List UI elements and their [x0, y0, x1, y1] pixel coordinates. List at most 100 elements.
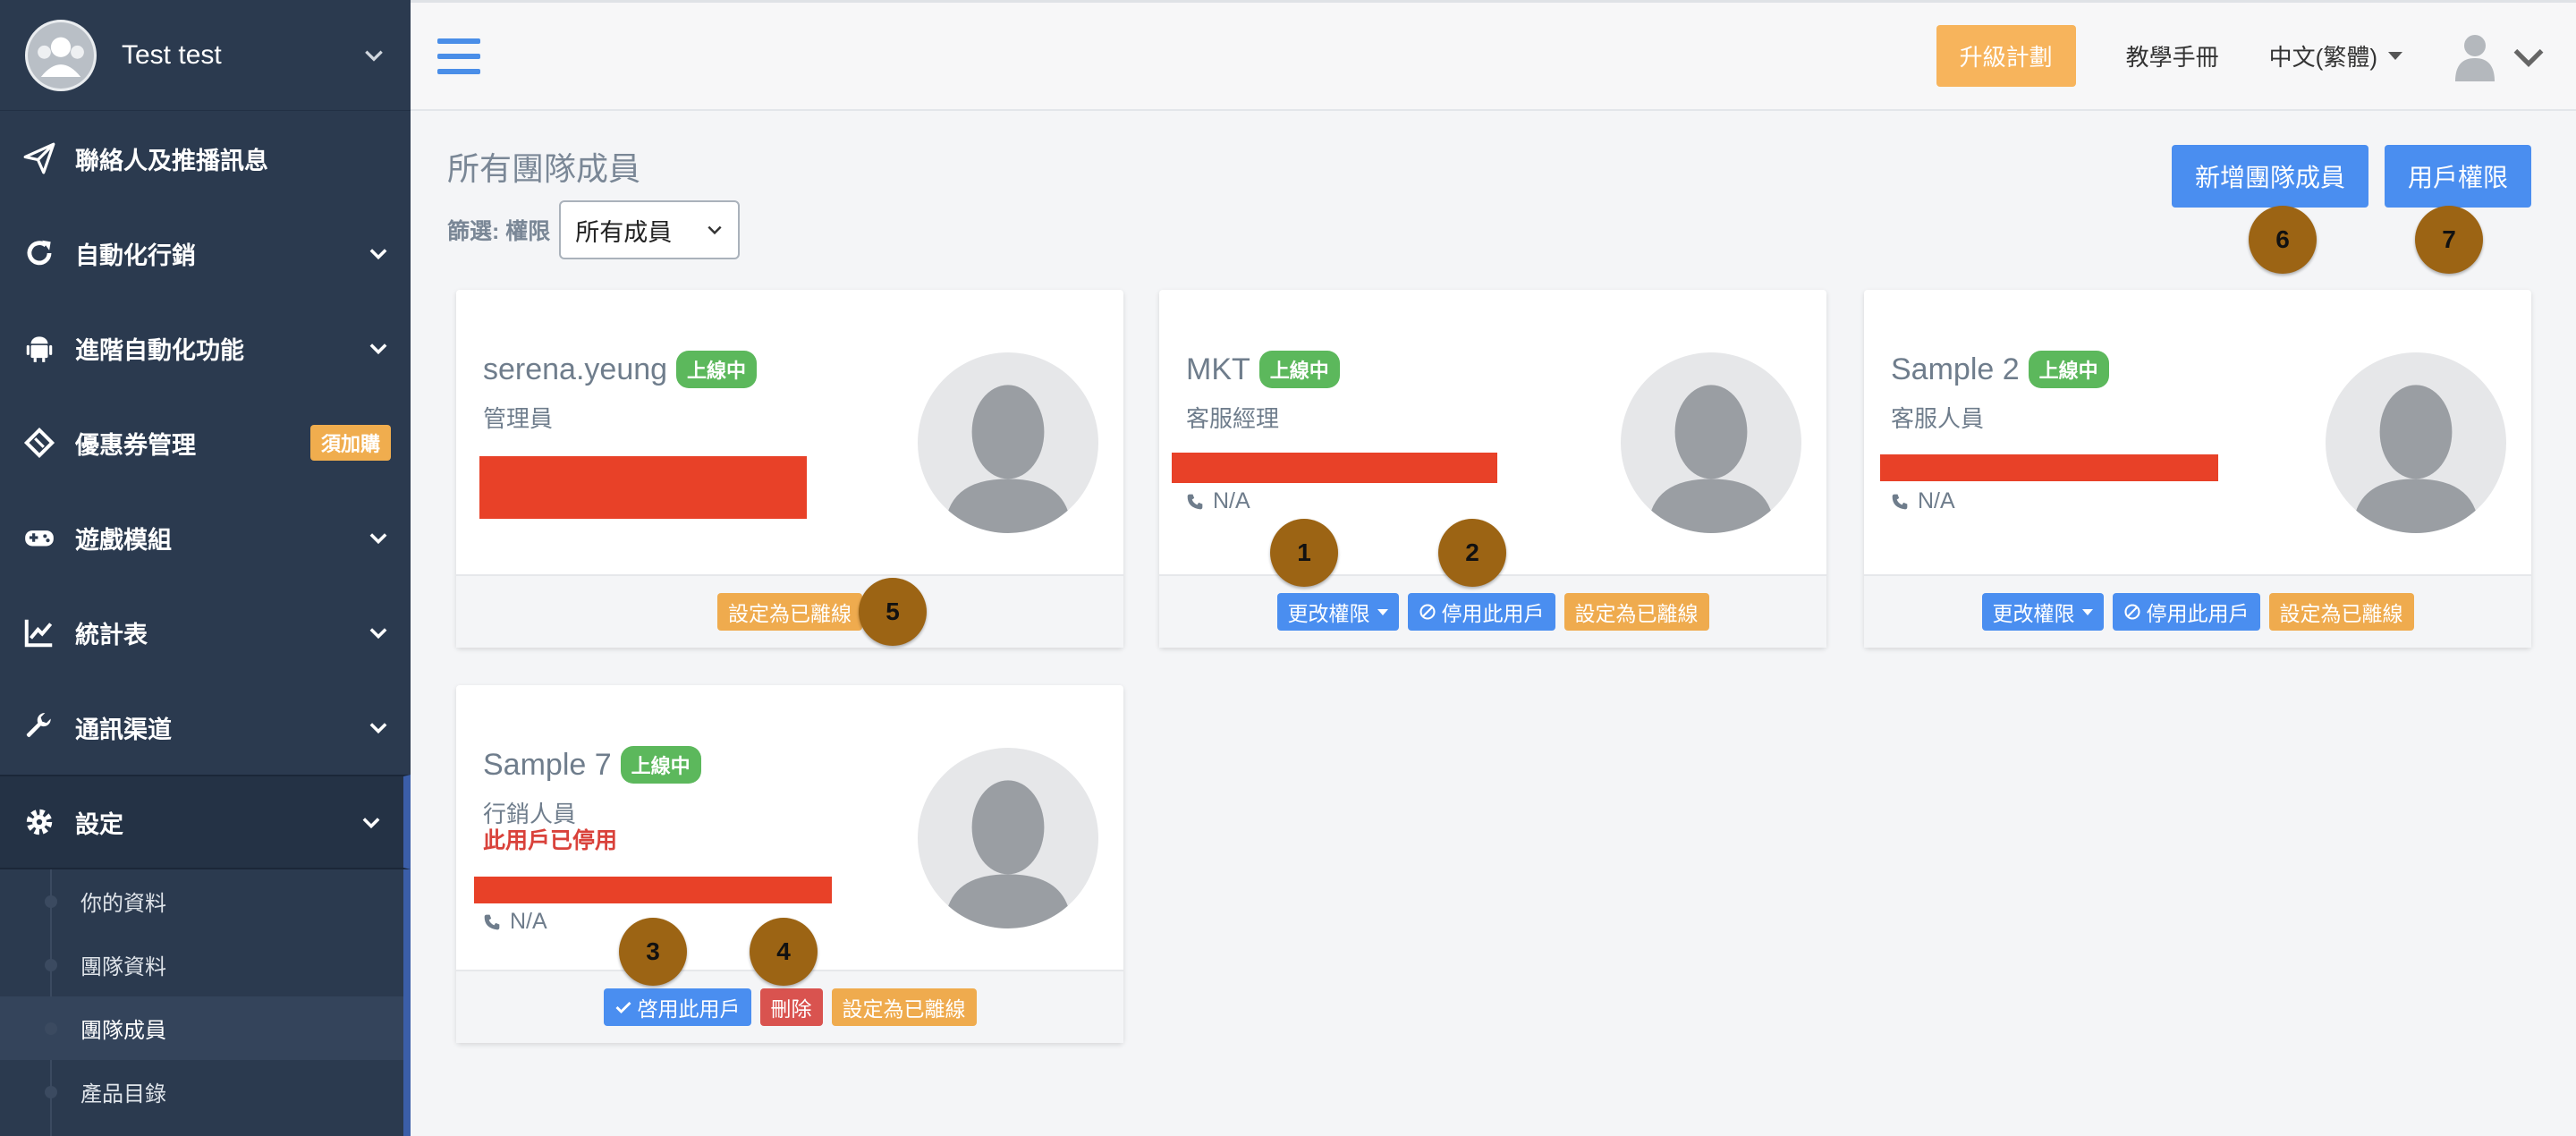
user-disabled-text: 此用戶已停用 — [483, 828, 618, 853]
check-icon — [614, 1001, 631, 1014]
sidebar-item-settings[interactable]: 設定 — [0, 775, 411, 869]
annotation-marker-1: 1 — [1270, 519, 1338, 587]
addon-badge: 須加購 — [309, 425, 391, 461]
redacted-email — [479, 456, 807, 519]
submenu-item-profile[interactable]: 你的資料 — [0, 869, 403, 933]
submenu-item-team-members[interactable]: 團隊成員 — [0, 996, 403, 1060]
bullet-icon — [45, 1022, 57, 1035]
button-label: 更改權限 — [1287, 602, 1370, 625]
member-phone: N/A — [483, 909, 547, 935]
set-offline-button[interactable]: 設定為已離線 — [831, 988, 977, 1026]
submenu-item-label: 團隊資料 — [80, 955, 166, 979]
wrench-icon — [20, 708, 59, 747]
disable-user-button[interactable]: 停用此用戶 — [1407, 593, 1555, 631]
paper-plane-icon — [20, 139, 59, 178]
member-card: Sample 7 上線中 行銷人員 此用戶已停用 N/A 啓用此用戶 刪除 設定… — [456, 685, 1123, 1043]
annotation-marker-7: 7 — [2415, 206, 2483, 274]
page-title: 所有團隊成員 — [447, 150, 641, 187]
change-permission-button[interactable]: 更改權限 — [1276, 593, 1399, 631]
sidebar-item-games[interactable]: 遊戲模組 — [0, 490, 411, 585]
set-offline-button[interactable]: 設定為已離線 — [1563, 593, 1709, 631]
sidebar: Test test 聯絡人及推播訊息 自動化行銷 進階自動化功能 優惠券管理 須… — [0, 0, 411, 1136]
chevron-down-icon — [369, 533, 387, 545]
sidebar-item-channels[interactable]: 通訊渠道 — [0, 680, 411, 775]
add-team-member-button[interactable]: 新增團隊成員 — [2172, 145, 2368, 208]
delete-button[interactable]: 刪除 — [759, 988, 823, 1026]
caret-down-icon — [2081, 608, 2093, 615]
gamepad-icon — [20, 518, 59, 557]
chevron-down-icon — [369, 628, 387, 640]
chevron-down-icon — [369, 343, 387, 355]
line-chart-icon — [20, 613, 59, 652]
sidebar-item-automation[interactable]: 自動化行銷 — [0, 206, 411, 301]
member-role: 管理員 — [483, 405, 554, 432]
sidebar-item-label: 聯絡人及推播訊息 — [75, 147, 268, 174]
redacted-email — [474, 877, 832, 903]
chevron-down-icon — [2513, 48, 2544, 67]
card-footer: 設定為已離線 — [456, 574, 1123, 648]
submenu-item-team-info[interactable]: 團隊資料 — [0, 933, 403, 996]
card-footer: 更改權限 停用此用戶 設定為已離線 — [1159, 574, 1826, 648]
bullet-icon — [45, 1085, 57, 1098]
member-avatar — [2326, 352, 2506, 533]
sidebar-user-header[interactable]: Test test — [0, 0, 411, 111]
user-menu[interactable] — [2453, 31, 2551, 81]
submenu-item-product-catalog[interactable]: 產品目錄 — [0, 1060, 403, 1123]
sidebar-item-label: 設定 — [75, 810, 123, 838]
user-permissions-button[interactable]: 用戶權限 — [2385, 145, 2531, 208]
member-name-row: MKT 上線中 — [1186, 351, 1340, 388]
filter-selected-value: 所有成員 — [575, 218, 673, 246]
sidebar-item-label: 通訊渠道 — [75, 716, 172, 743]
disable-user-button[interactable]: 停用此用戶 — [2112, 593, 2260, 631]
redacted-email — [1880, 454, 2218, 481]
refresh-icon — [20, 233, 59, 273]
button-label: 停用此用戶 — [2146, 602, 2250, 625]
set-offline-button[interactable]: 設定為已離線 — [717, 593, 862, 631]
sidebar-item-statistics[interactable]: 統計表 — [0, 585, 411, 680]
submenu-item-label: 團隊成員 — [80, 1019, 166, 1043]
card-footer: 更改權限 停用此用戶 設定為已離線 — [1864, 574, 2531, 648]
annotation-marker-2: 2 — [1438, 519, 1506, 587]
set-offline-button[interactable]: 設定為已離線 — [2268, 593, 2414, 631]
annotation-marker-3: 3 — [619, 918, 687, 986]
member-phone: N/A — [1186, 488, 1250, 514]
sidebar-item-contacts[interactable]: 聯絡人及推播訊息 — [0, 111, 411, 206]
button-label: 停用此用戶 — [1441, 602, 1545, 625]
android-icon — [20, 328, 59, 368]
sidebar-item-label: 統計表 — [75, 621, 148, 649]
annotation-marker-6: 6 — [2249, 206, 2317, 274]
status-badge: 上線中 — [676, 351, 758, 388]
phone-icon — [484, 914, 500, 929]
member-card: Sample 2 上線中 客服人員 N/A 更改權限 停用此用戶 設定為已離線 — [1864, 290, 2531, 648]
status-badge: 上線中 — [620, 746, 701, 784]
permission-filter-select[interactable]: 所有成員 — [559, 200, 741, 259]
chevron-down-icon[interactable] — [362, 44, 386, 67]
language-dropdown[interactable]: 中文(繁體) — [2269, 39, 2402, 72]
sidebar-item-advanced-automation[interactable]: 進階自動化功能 — [0, 301, 411, 395]
change-permission-button[interactable]: 更改權限 — [1981, 593, 2104, 631]
button-label: 更改權限 — [1992, 602, 2075, 625]
member-card: MKT 上線中 客服經理 N/A 更改權限 停用此用戶 設定為已離線 — [1159, 290, 1826, 648]
caret-down-icon — [1377, 608, 1388, 615]
member-name-row: Sample 2 上線中 — [1891, 351, 2109, 388]
user-avatar-icon — [2455, 34, 2495, 81]
hamburger-menu-icon[interactable] — [437, 38, 480, 74]
caret-down-icon — [2388, 52, 2402, 60]
member-phone: N/A — [1891, 488, 1955, 514]
submenu-item-label: 產品目錄 — [80, 1082, 166, 1106]
submenu-item-label: 你的資料 — [80, 892, 166, 916]
upgrade-plan-button[interactable]: 升級計劃 — [1936, 25, 2076, 87]
member-avatar — [918, 748, 1098, 928]
filter-bar: 篩選: 權限 所有成員 — [447, 200, 741, 259]
manual-link[interactable]: 教學手冊 — [2126, 39, 2219, 72]
annotation-marker-5: 5 — [859, 578, 927, 646]
phone-value: N/A — [510, 909, 547, 934]
status-badge: 上線中 — [2028, 351, 2109, 388]
enable-user-button[interactable]: 啓用此用戶 — [603, 988, 751, 1026]
sidebar-item-label: 進階自動化功能 — [75, 336, 244, 364]
member-card: serena.yeung 上線中 管理員 設定為已離線 — [456, 290, 1123, 648]
chevron-down-icon — [369, 249, 387, 260]
member-name: Sample 2 — [1891, 352, 2020, 386]
member-role: 客服經理 — [1186, 405, 1280, 432]
sidebar-item-coupons[interactable]: 優惠券管理 須加購 — [0, 395, 411, 490]
